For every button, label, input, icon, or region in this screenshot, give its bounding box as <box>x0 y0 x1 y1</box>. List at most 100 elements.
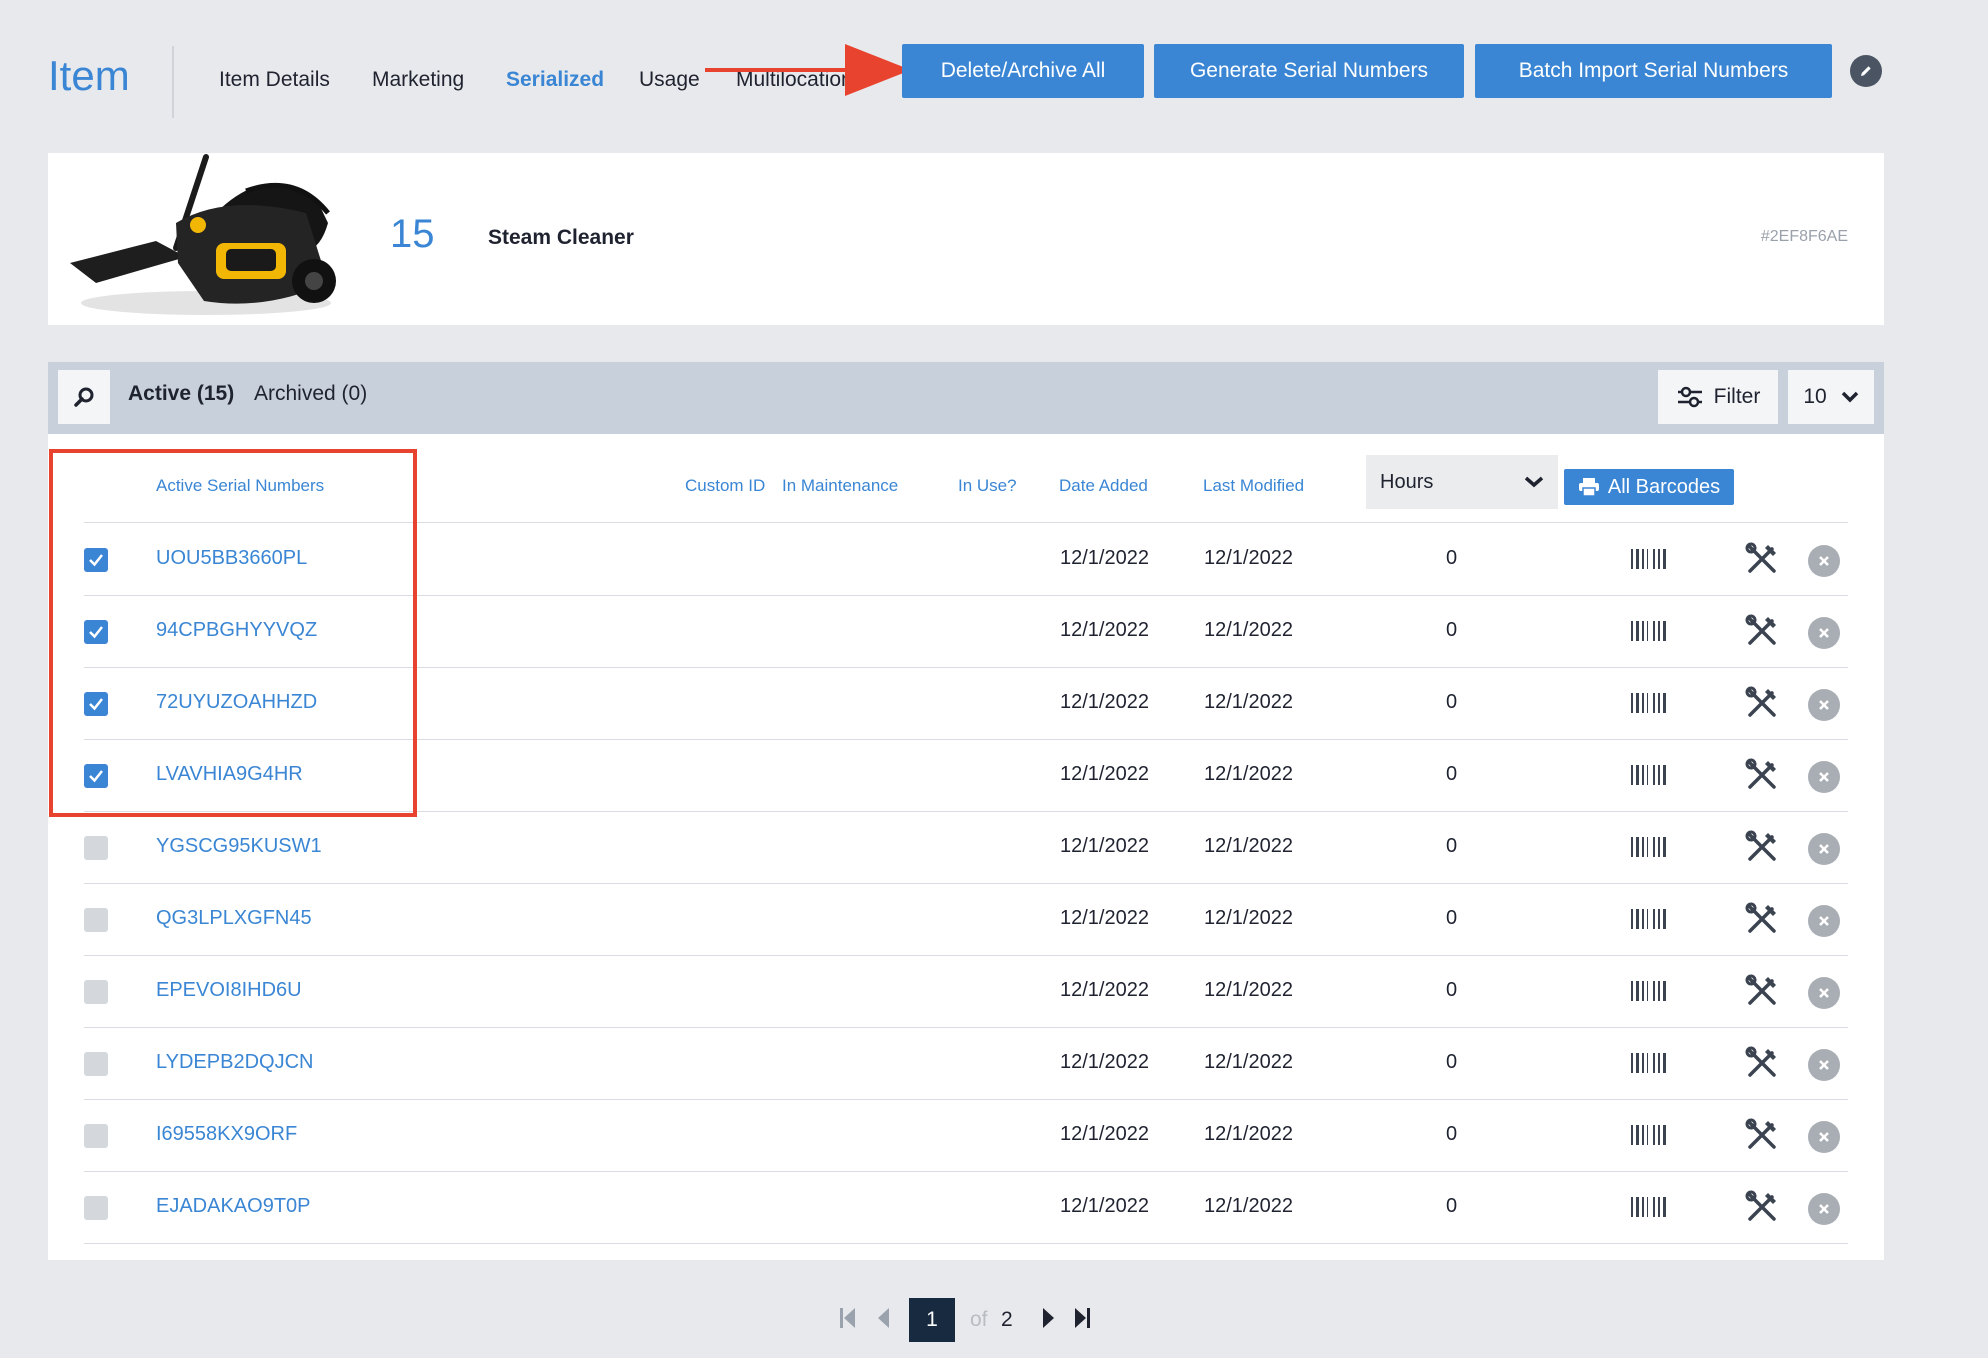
date-added: 12/1/2022 <box>1060 1051 1149 1073</box>
row-checkbox[interactable] <box>84 980 108 1004</box>
remove-serial-button[interactable] <box>1808 1121 1840 1153</box>
delete-archive-all-button[interactable]: Delete/Archive All <box>902 44 1144 98</box>
barcode-icon <box>1631 765 1666 785</box>
tools-icon <box>1745 1190 1776 1221</box>
date-added: 12/1/2022 <box>1060 691 1149 713</box>
page-size-value: 10 <box>1803 385 1827 408</box>
last-modified: 12/1/2022 <box>1204 907 1293 929</box>
serial-number-link[interactable]: LYDEPB2DQJCN <box>156 1051 313 1074</box>
tab-marketing[interactable]: Marketing <box>372 68 464 92</box>
maintenance-button[interactable] <box>1744 829 1780 870</box>
column-in-maintenance[interactable]: In Maintenance <box>782 476 898 496</box>
row-checkbox[interactable] <box>84 1052 108 1076</box>
edit-button[interactable] <box>1850 55 1882 87</box>
barcode-button[interactable] <box>1631 837 1669 862</box>
barcode-icon <box>1631 909 1666 929</box>
maintenance-button[interactable] <box>1744 757 1780 798</box>
serial-number-link[interactable]: EJADAKAO9T0P <box>156 1195 311 1218</box>
barcode-button[interactable] <box>1631 909 1669 934</box>
total-pages: 2 <box>1001 1308 1013 1331</box>
row-checkbox[interactable] <box>84 1124 108 1148</box>
barcode-icon <box>1631 1053 1666 1073</box>
serial-number-link[interactable]: QG3LPLXGFN45 <box>156 907 312 930</box>
filter-button[interactable]: Filter <box>1658 370 1778 424</box>
tab-usage[interactable]: Usage <box>639 68 700 92</box>
barcode-button[interactable] <box>1631 765 1669 790</box>
item-name: Steam Cleaner <box>488 226 634 249</box>
table-row: QG3LPLXGFN45 12/1/2022 12/1/2022 0 <box>84 883 1848 956</box>
tab-item-details[interactable]: Item Details <box>219 68 330 92</box>
serial-number-link[interactable]: EPEVOI8IHD6U <box>156 979 302 1002</box>
last-modified: 12/1/2022 <box>1204 1123 1293 1145</box>
column-date-added[interactable]: Date Added <box>1059 476 1148 496</box>
maintenance-button[interactable] <box>1744 1045 1780 1086</box>
remove-serial-button[interactable] <box>1808 1193 1840 1225</box>
generate-serial-numbers-button[interactable]: Generate Serial Numbers <box>1154 44 1464 98</box>
barcode-button[interactable] <box>1631 1125 1669 1150</box>
row-checkbox[interactable] <box>84 1196 108 1220</box>
remove-serial-button[interactable] <box>1808 617 1840 649</box>
barcode-button[interactable] <box>1631 549 1669 574</box>
maintenance-button[interactable] <box>1744 685 1780 726</box>
tab-active-serials[interactable]: Active (15) <box>128 382 234 406</box>
column-in-use[interactable]: In Use? <box>958 476 1017 496</box>
all-barcodes-button[interactable]: All Barcodes <box>1564 469 1734 505</box>
maintenance-button[interactable] <box>1744 1189 1780 1230</box>
first-page-icon <box>840 1308 855 1328</box>
previous-page-button[interactable] <box>876 1306 892 1330</box>
maintenance-button[interactable] <box>1744 1117 1780 1158</box>
close-icon <box>1819 916 1829 926</box>
chevron-down-icon <box>1841 391 1858 403</box>
date-added: 12/1/2022 <box>1060 979 1149 1001</box>
barcode-icon <box>1631 693 1666 713</box>
column-custom-id[interactable]: Custom ID <box>685 476 765 496</box>
serial-number-link[interactable]: I69558KX9ORF <box>156 1123 297 1146</box>
edit-icon <box>1861 66 1871 76</box>
barcode-button[interactable] <box>1631 621 1669 646</box>
remove-serial-button[interactable] <box>1808 761 1840 793</box>
barcode-button[interactable] <box>1631 1197 1669 1222</box>
page-size-select[interactable]: 10 <box>1788 370 1874 424</box>
last-page-button[interactable] <box>1072 1306 1092 1330</box>
table-row: EJADAKAO9T0P 12/1/2022 12/1/2022 0 <box>84 1171 1848 1244</box>
date-added: 12/1/2022 <box>1060 1195 1149 1217</box>
tab-serialized[interactable]: Serialized <box>506 68 604 92</box>
all-barcodes-label: All Barcodes <box>1607 475 1721 498</box>
page-title: Item <box>48 52 130 99</box>
barcode-button[interactable] <box>1631 981 1669 1006</box>
first-page-button[interactable] <box>838 1306 858 1330</box>
batch-import-serial-numbers-button[interactable]: Batch Import Serial Numbers <box>1475 44 1832 98</box>
close-icon <box>1819 844 1829 854</box>
barcode-icon <box>1631 1197 1666 1217</box>
remove-serial-button[interactable] <box>1808 977 1840 1009</box>
remove-serial-button[interactable] <box>1808 1049 1840 1081</box>
row-checkbox[interactable] <box>84 836 108 860</box>
usage-unit-select[interactable]: Hours <box>1366 455 1558 509</box>
close-icon <box>1819 1204 1829 1214</box>
maintenance-button[interactable] <box>1744 901 1780 942</box>
date-added: 12/1/2022 <box>1060 547 1149 569</box>
tab-archived-serials[interactable]: Archived (0) <box>254 382 367 406</box>
barcode-icon <box>1631 837 1666 857</box>
prev-page-icon <box>878 1308 889 1328</box>
next-page-button[interactable] <box>1040 1306 1056 1330</box>
header-divider <box>172 46 174 118</box>
row-checkbox[interactable] <box>84 908 108 932</box>
date-added: 12/1/2022 <box>1060 835 1149 857</box>
serial-number-link[interactable]: YGSCG95KUSW1 <box>156 835 322 858</box>
remove-serial-button[interactable] <box>1808 905 1840 937</box>
barcode-button[interactable] <box>1631 1053 1669 1078</box>
barcode-icon <box>1631 981 1666 1001</box>
maintenance-button[interactable] <box>1744 613 1780 654</box>
remove-serial-button[interactable] <box>1808 545 1840 577</box>
maintenance-button[interactable] <box>1744 973 1780 1014</box>
remove-serial-button[interactable] <box>1808 689 1840 721</box>
column-last-modified[interactable]: Last Modified <box>1203 476 1304 496</box>
maintenance-button[interactable] <box>1744 541 1780 582</box>
date-added: 12/1/2022 <box>1060 1123 1149 1145</box>
search-button[interactable] <box>58 370 110 424</box>
barcode-button[interactable] <box>1631 693 1669 718</box>
barcode-icon <box>1631 1125 1666 1145</box>
remove-serial-button[interactable] <box>1808 833 1840 865</box>
current-page[interactable]: 1 <box>909 1298 955 1342</box>
